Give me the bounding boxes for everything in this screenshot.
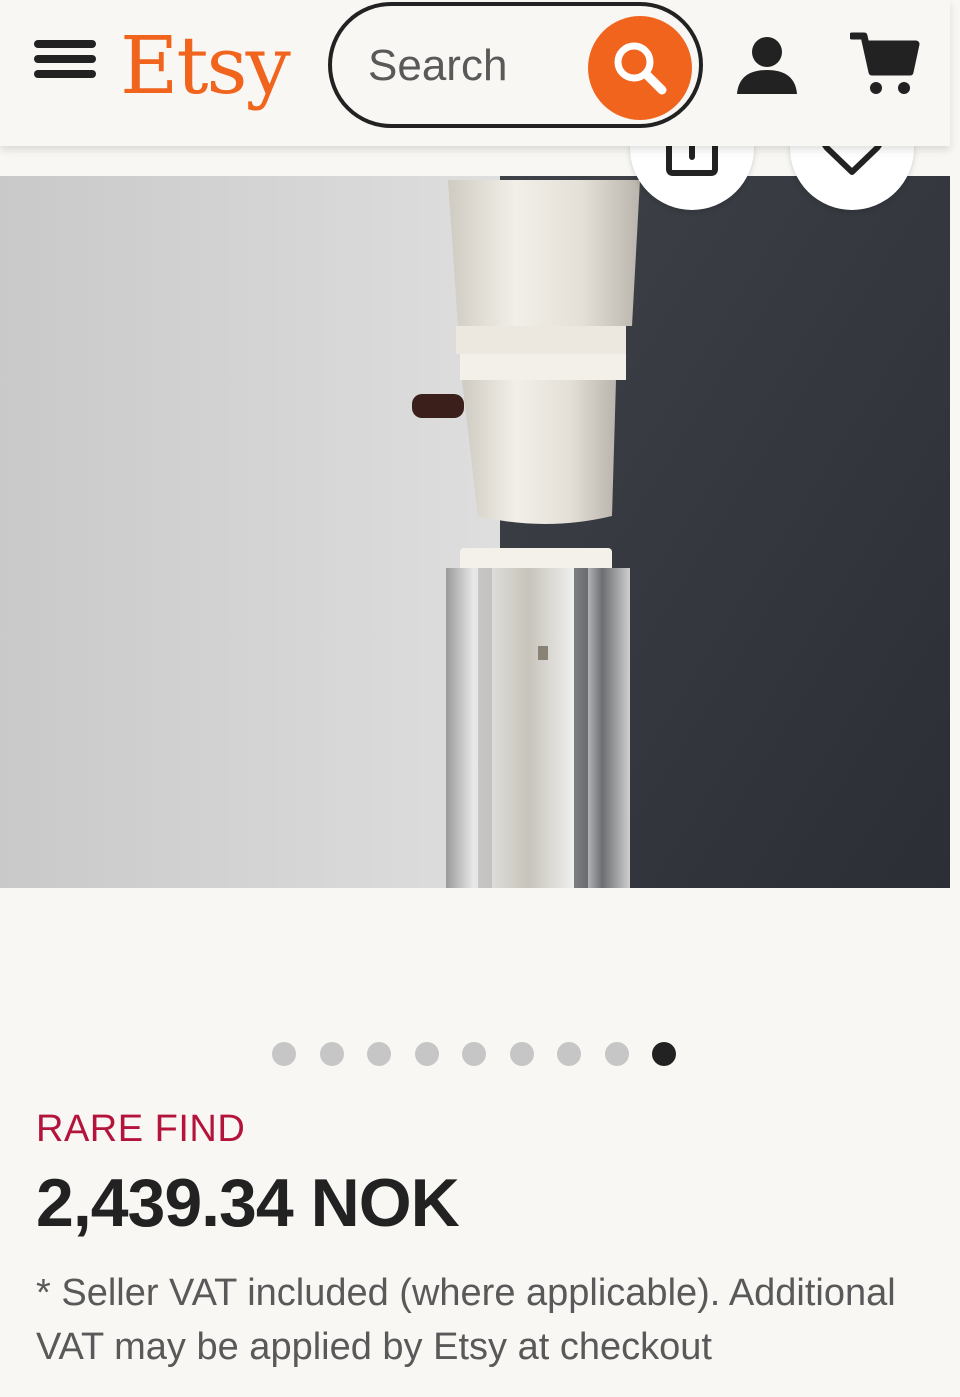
carousel-dots xyxy=(272,1042,676,1066)
cart-icon[interactable] xyxy=(848,30,920,96)
carousel-dot[interactable] xyxy=(367,1042,391,1066)
search-button[interactable] xyxy=(588,16,692,120)
vat-note: * Seller VAT included (where applicable)… xyxy=(36,1272,896,1368)
search-icon xyxy=(614,42,667,95)
carousel-dot[interactable] xyxy=(462,1042,486,1066)
carousel-dot[interactable] xyxy=(509,1042,534,1066)
rare-find-badge: RARE FIND xyxy=(36,1108,246,1150)
carousel-dot[interactable] xyxy=(414,1042,439,1066)
site-header: Etsy xyxy=(0,0,950,146)
carousel-dot[interactable] xyxy=(557,1042,581,1066)
carousel-dot[interactable] xyxy=(319,1042,344,1066)
etsy-logo[interactable]: Etsy xyxy=(120,16,291,116)
search-bar[interactable] xyxy=(328,2,703,128)
listing-photo[interactable] xyxy=(0,176,950,888)
carousel-dot-active[interactable] xyxy=(652,1042,676,1066)
carousel-dot[interactable] xyxy=(272,1042,296,1066)
search-input[interactable] xyxy=(368,36,598,96)
listing-price: 2,439.34 NOK xyxy=(36,1165,460,1241)
user-icon[interactable] xyxy=(735,34,799,98)
listing-page: Etsy Search RARE FIND 2,439.34 NOK * Sel… xyxy=(0,0,960,1397)
menu-icon[interactable] xyxy=(34,40,96,90)
lamp-image xyxy=(0,176,950,888)
carousel-dot[interactable] xyxy=(604,1042,629,1066)
